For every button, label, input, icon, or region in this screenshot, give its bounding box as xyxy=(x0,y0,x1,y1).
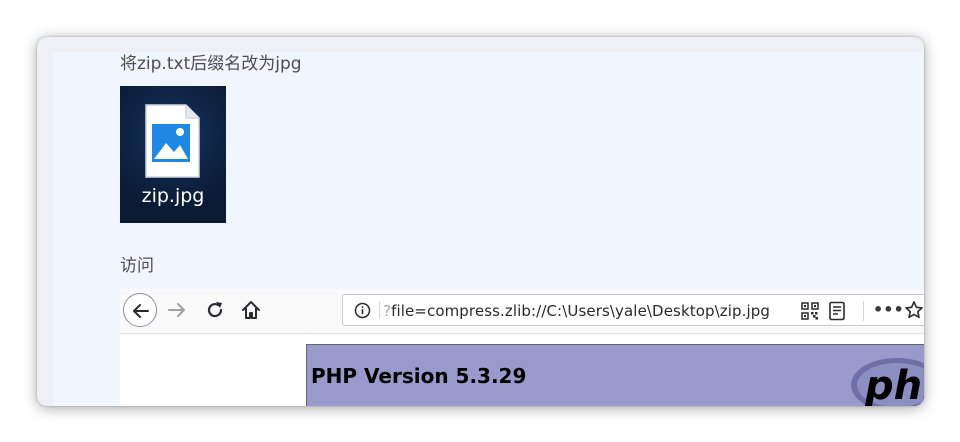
forward-arrow-icon[interactable] xyxy=(167,300,187,320)
more-actions-icon[interactable]: ••• xyxy=(873,300,904,319)
url-bar[interactable]: ?file=compress.zlib://C:\Users\yale\Desk… xyxy=(342,294,924,326)
step2-caption: 访问 xyxy=(120,256,154,276)
php-info-header: PHP Version 5.3.29 php xyxy=(306,344,924,406)
toolbar-separator xyxy=(863,301,864,321)
reload-icon[interactable] xyxy=(205,300,225,320)
info-icon[interactable] xyxy=(354,302,371,319)
home-icon[interactable] xyxy=(240,299,262,321)
qr-code-icon[interactable] xyxy=(801,302,819,320)
url-text[interactable]: ?file=compress.zlib://C:\Users\yale\Desk… xyxy=(383,302,770,320)
back-button[interactable] xyxy=(123,293,157,327)
php-logo-text: php xyxy=(864,363,924,406)
image-file-icon xyxy=(145,104,200,178)
php-logo-icon: php xyxy=(851,358,924,406)
desktop-file-zip-jpg[interactable]: zip.jpg xyxy=(120,86,226,223)
bookmark-star-icon[interactable] xyxy=(904,300,924,320)
url-separator xyxy=(379,301,380,319)
browser-window: ?file=compress.zlib://C:\Users\yale\Desk… xyxy=(120,289,924,406)
back-arrow-icon xyxy=(133,304,149,318)
step1-caption: 将zip.txt后缀名改为jpg xyxy=(120,54,302,74)
reader-view-icon[interactable] xyxy=(828,301,846,321)
page-content: PHP Version 5.3.29 php xyxy=(120,334,924,406)
php-version-title: PHP Version 5.3.29 xyxy=(311,364,527,388)
document-area: 将zip.txt后缀名改为jpg zip.jpg 访问 ?file=compre… xyxy=(53,52,924,406)
url-value: file=compress.zlib://C:\Users\yale\Deskt… xyxy=(391,302,771,320)
screenshot-frame: 将zip.txt后缀名改为jpg zip.jpg 访问 ?file=compre… xyxy=(37,37,924,406)
url-query-mark: ? xyxy=(383,302,392,320)
browser-toolbar: ?file=compress.zlib://C:\Users\yale\Desk… xyxy=(120,289,924,334)
file-name-label: zip.jpg xyxy=(141,185,205,207)
